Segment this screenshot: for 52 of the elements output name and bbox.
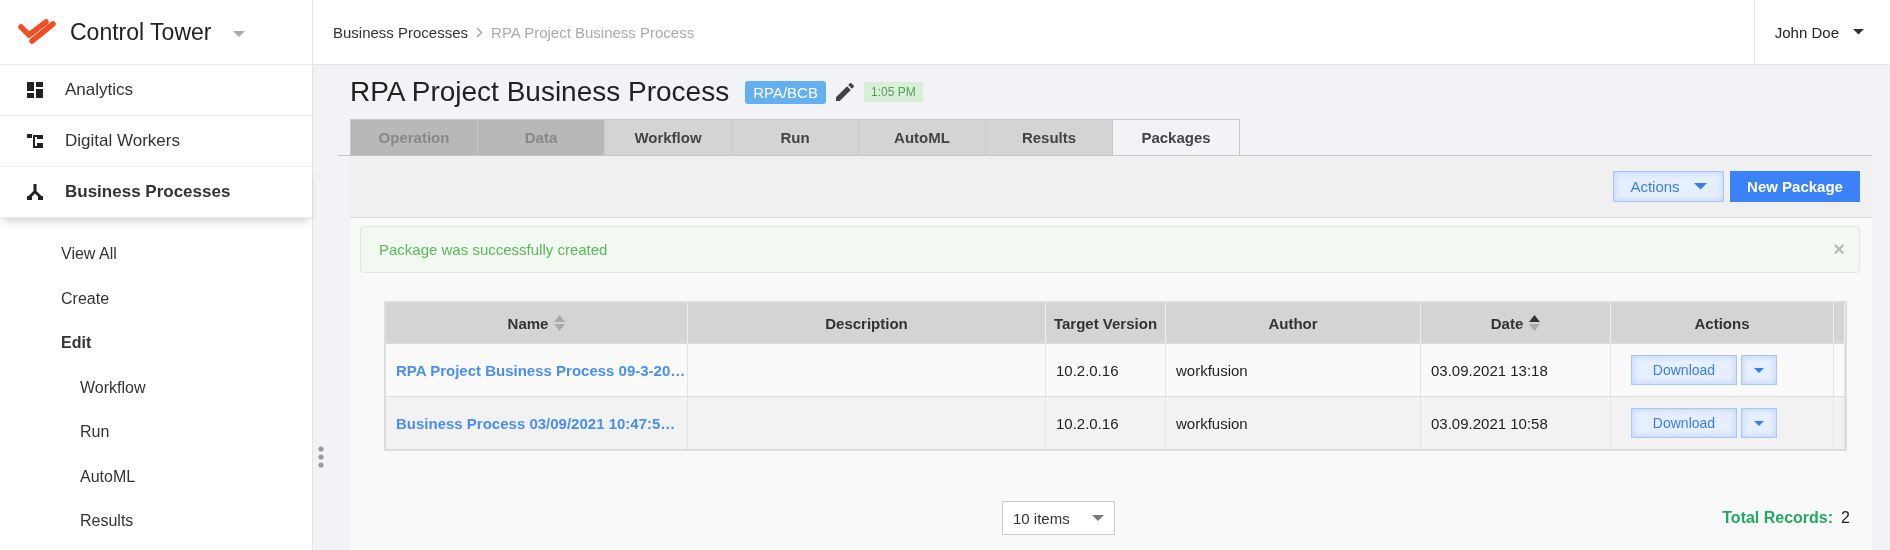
caret-icon [233,31,246,37]
nav-subitem[interactable]: Edit [0,321,312,366]
caret-icon [1754,420,1764,426]
time-badge: 1:05 PM [863,82,923,102]
fork-icon [27,184,43,200]
nav-subitem[interactable]: Run [0,410,312,455]
nav-subitem[interactable]: View All [0,232,312,277]
pencil-icon[interactable] [835,83,854,101]
tab[interactable]: Run [731,119,859,155]
caret-icon [1853,29,1864,35]
logo-icon [18,19,58,45]
column-header[interactable]: Author [1268,314,1318,332]
table-cell: 10.2.0.16 [1056,414,1119,432]
column-header[interactable]: Actions [1694,314,1750,332]
tab[interactable]: AutoML [858,119,986,155]
total-label: Total Records: [1722,509,1834,527]
table-cell: 10.2.0.16 [1056,361,1119,379]
caret-icon [1693,183,1707,190]
user-menu[interactable]: John Doe [1753,0,1890,65]
tab[interactable]: Packages [1112,119,1240,155]
total-count: 2 [1841,509,1850,527]
app-name: Control Tower [70,18,212,46]
nav-subitem[interactable]: Results [0,499,312,544]
drag-handle-icon[interactable] [318,446,324,468]
table-cell: workfusion [1176,361,1248,379]
column-header[interactable]: Description [825,314,908,332]
chevron-icon [476,26,484,38]
sort-icon[interactable] [1529,315,1541,331]
table-cell: 03.09.2021 13:18 [1431,361,1548,379]
hierarchy-icon [27,133,43,149]
breadcrumb-link[interactable]: Business Processes [333,23,469,41]
tab[interactable]: Workflow [604,119,732,155]
nav-subitem[interactable]: Workflow [0,365,312,410]
caret-icon [1754,367,1764,373]
dashboard-icon [27,82,43,98]
caret-icon [1092,515,1104,521]
nav-subitem[interactable]: Create [0,276,312,321]
table-cell: workfusion [1176,414,1248,432]
column-header[interactable]: Target Version [1053,314,1158,332]
dropdown-button[interactable] [1741,355,1777,385]
dropdown-button[interactable] [1741,408,1777,438]
nav-item[interactable]: Business Processes [0,167,312,218]
page-title: RPA Project Business Process [350,76,730,108]
column-header[interactable]: Name [507,314,549,332]
new-package-button[interactable]: New Package [1730,171,1860,202]
table-cell: 03.09.2021 10:58 [1431,414,1548,432]
tab[interactable]: Results [985,119,1113,155]
page-size-select[interactable]: 10 items [1002,501,1115,535]
project-tag: RPA/BCB [745,80,826,104]
nav-subitem[interactable]: AutoML [0,454,312,499]
column-header[interactable]: Date [1490,314,1524,332]
alert-message: Package was successfully created [379,241,608,258]
